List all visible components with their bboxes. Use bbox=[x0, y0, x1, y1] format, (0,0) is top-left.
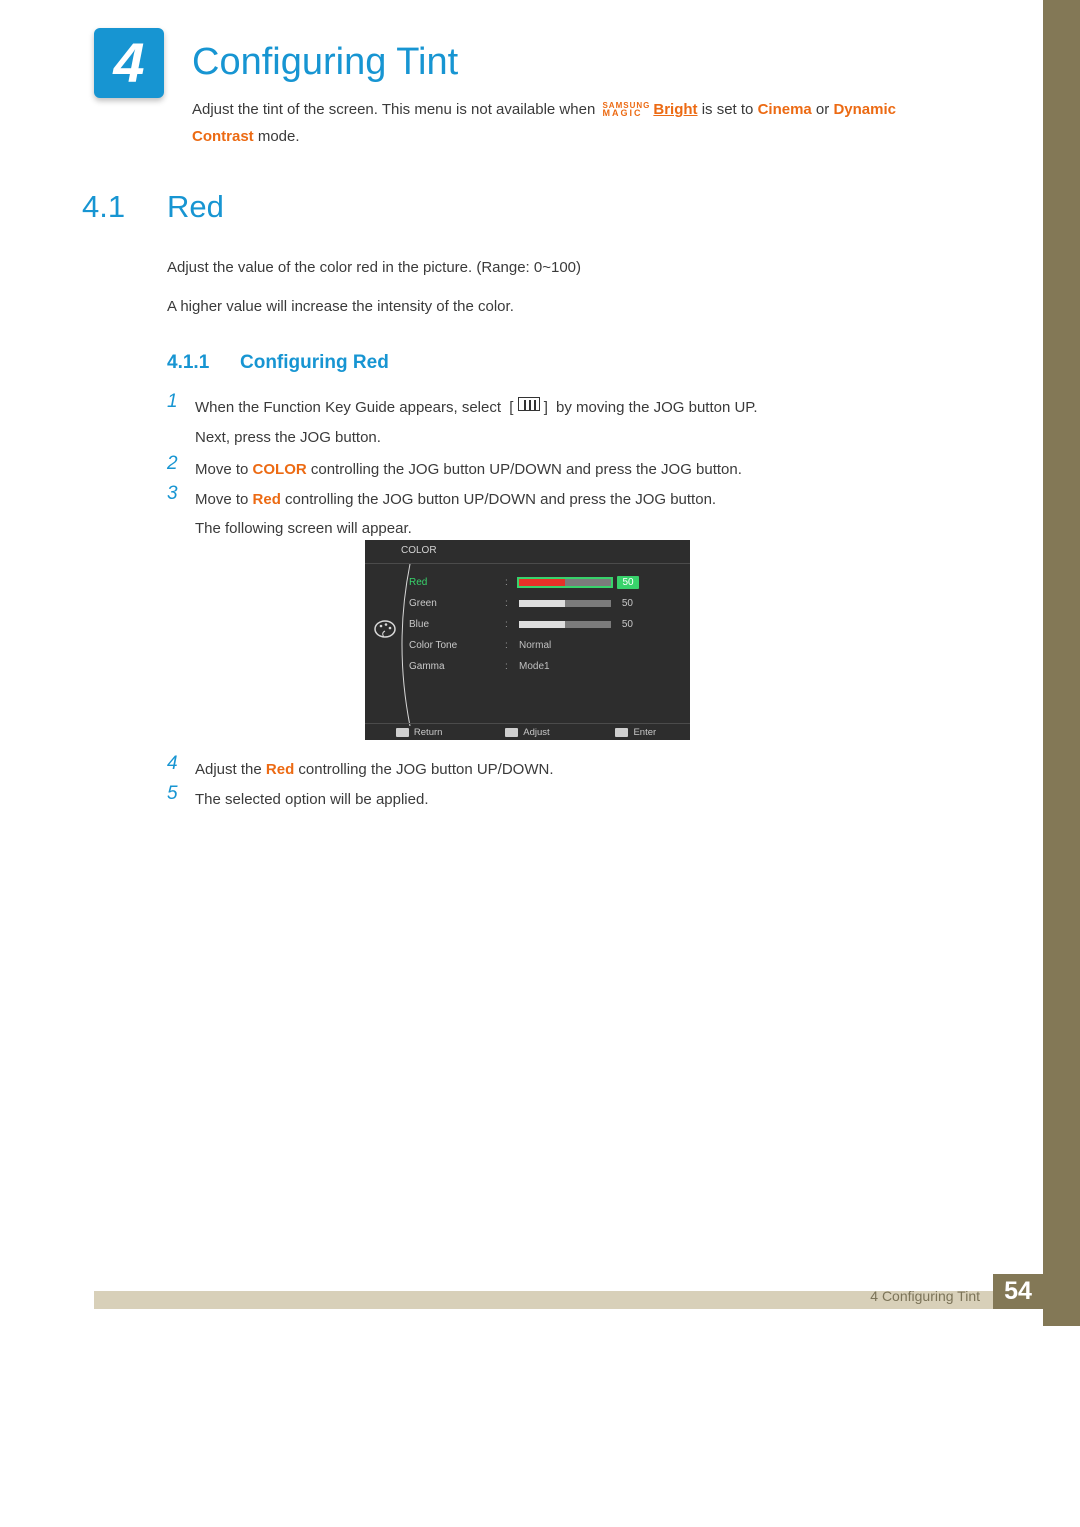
red-keyword-1: Red bbox=[253, 491, 281, 508]
footer-text: 4 Configuring Tint bbox=[870, 1288, 980, 1304]
osd-row-gamma: Gamma : Mode1 bbox=[409, 656, 690, 677]
intro-paragraph: Adjust the tint of the screen. This menu… bbox=[192, 96, 912, 150]
enter-icon bbox=[615, 728, 628, 737]
osd-adjust: Adjust bbox=[523, 727, 549, 738]
osd-blue-label: Blue bbox=[409, 619, 505, 630]
section-para-1: Adjust the value of the color red in the… bbox=[167, 255, 907, 281]
step-4-text: Adjust the Red controlling the JOG butto… bbox=[195, 755, 915, 784]
osd-red-slider bbox=[519, 579, 611, 586]
subsection-title: Configuring Red bbox=[240, 352, 389, 374]
step-2-a: Move to bbox=[195, 461, 253, 478]
step-2-number: 2 bbox=[167, 453, 178, 475]
step-3-a: Move to bbox=[195, 491, 253, 508]
step-4-a: Adjust the bbox=[195, 761, 266, 778]
chapter-title: Configuring Tint bbox=[192, 41, 458, 84]
osd-tone-label: Color Tone bbox=[409, 640, 505, 651]
palette-icon bbox=[374, 620, 396, 643]
step-3-b: controlling the JOG button UP/DOWN and p… bbox=[285, 491, 716, 508]
step-1-text: When the Function Key Guide appears, sel… bbox=[195, 393, 915, 452]
step-3-c: The following screen will appear. bbox=[195, 520, 412, 537]
subsection-number: 4.1.1 bbox=[167, 352, 209, 374]
osd-screenshot: COLOR Red : 50 Green : 50 B bbox=[365, 540, 690, 740]
section-para-2: A higher value will increase the intensi… bbox=[167, 294, 907, 320]
intro-text-or: or bbox=[816, 101, 834, 118]
osd-footer: Return Adjust Enter bbox=[365, 723, 690, 740]
return-icon bbox=[396, 728, 409, 737]
step-1-b: by moving the JOG button UP. bbox=[556, 399, 758, 416]
osd-green-value: 50 bbox=[611, 598, 639, 609]
chapter-number-badge: 4 bbox=[94, 28, 164, 98]
osd-green-label: Green bbox=[409, 598, 505, 609]
section-number: 4.1 bbox=[82, 189, 125, 225]
step-5-text: The selected option will be applied. bbox=[195, 785, 915, 814]
section-title: Red bbox=[167, 189, 224, 225]
osd-return: Return bbox=[414, 727, 443, 738]
osd-curve-line bbox=[398, 564, 418, 726]
intro-text-pre: Adjust the tint of the screen. This menu… bbox=[192, 101, 599, 118]
bright-keyword: Bright bbox=[653, 101, 697, 118]
step-3-number: 3 bbox=[167, 483, 178, 505]
step-5-number: 5 bbox=[167, 783, 178, 805]
osd-green-slider bbox=[519, 600, 611, 607]
step-1-a: When the Function Key Guide appears, sel… bbox=[195, 399, 505, 416]
osd-enter: Enter bbox=[633, 727, 656, 738]
cinema-keyword: Cinema bbox=[758, 101, 812, 118]
osd-red-value: 50 bbox=[617, 576, 639, 589]
samsung-magic-logo: SAMSUNG MAGIC bbox=[602, 102, 650, 118]
step-4-b: controlling the JOG button UP/DOWN. bbox=[298, 761, 553, 778]
side-accent-bar bbox=[1043, 0, 1080, 1326]
step-2-b: controlling the JOG button UP/DOWN and p… bbox=[311, 461, 742, 478]
magic-text: MAGIC bbox=[602, 109, 650, 118]
step-1-c: Next, press the JOG button. bbox=[195, 429, 381, 446]
menu-icon: [ ] bbox=[509, 393, 548, 422]
osd-row-green: Green : 50 bbox=[409, 593, 690, 614]
step-1-number: 1 bbox=[167, 391, 178, 413]
color-keyword: COLOR bbox=[253, 461, 307, 478]
osd-row-blue: Blue : 50 bbox=[409, 614, 690, 635]
intro-text-mid: is set to bbox=[702, 101, 758, 118]
osd-row-red: Red : 50 bbox=[409, 572, 690, 593]
osd-body: Red : 50 Green : 50 Blue : 50 Color Tone… bbox=[365, 564, 690, 726]
intro-text-post: mode. bbox=[258, 128, 300, 145]
osd-blue-value: 50 bbox=[611, 619, 639, 630]
osd-blue-slider bbox=[519, 621, 611, 628]
page-number: 54 bbox=[993, 1274, 1043, 1309]
osd-red-label: Red bbox=[409, 577, 505, 588]
osd-gamma-value: Mode1 bbox=[519, 661, 550, 672]
red-keyword-2: Red bbox=[266, 761, 294, 778]
step-4-number: 4 bbox=[167, 753, 178, 775]
osd-title: COLOR bbox=[365, 540, 690, 564]
step-3-text: Move to Red controlling the JOG button U… bbox=[195, 485, 915, 544]
step-2-text: Move to COLOR controlling the JOG button… bbox=[195, 455, 915, 484]
osd-row-color-tone: Color Tone : Normal bbox=[409, 635, 690, 656]
osd-gamma-label: Gamma bbox=[409, 661, 505, 672]
adjust-icon bbox=[505, 728, 518, 737]
osd-tone-value: Normal bbox=[519, 640, 551, 651]
